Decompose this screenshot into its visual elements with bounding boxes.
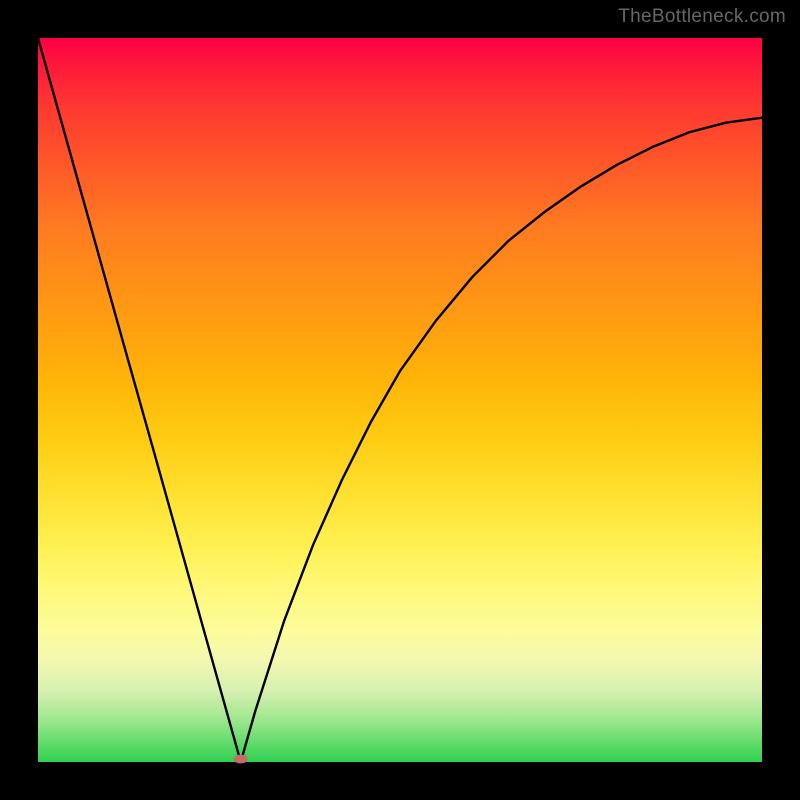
bottleneck-curve bbox=[38, 38, 762, 762]
curve-layer bbox=[38, 38, 762, 762]
chart-frame: TheBottleneck.com bbox=[0, 0, 800, 800]
plot-area bbox=[38, 38, 762, 762]
watermark-text: TheBottleneck.com bbox=[618, 6, 786, 28]
minimum-marker bbox=[234, 755, 248, 764]
